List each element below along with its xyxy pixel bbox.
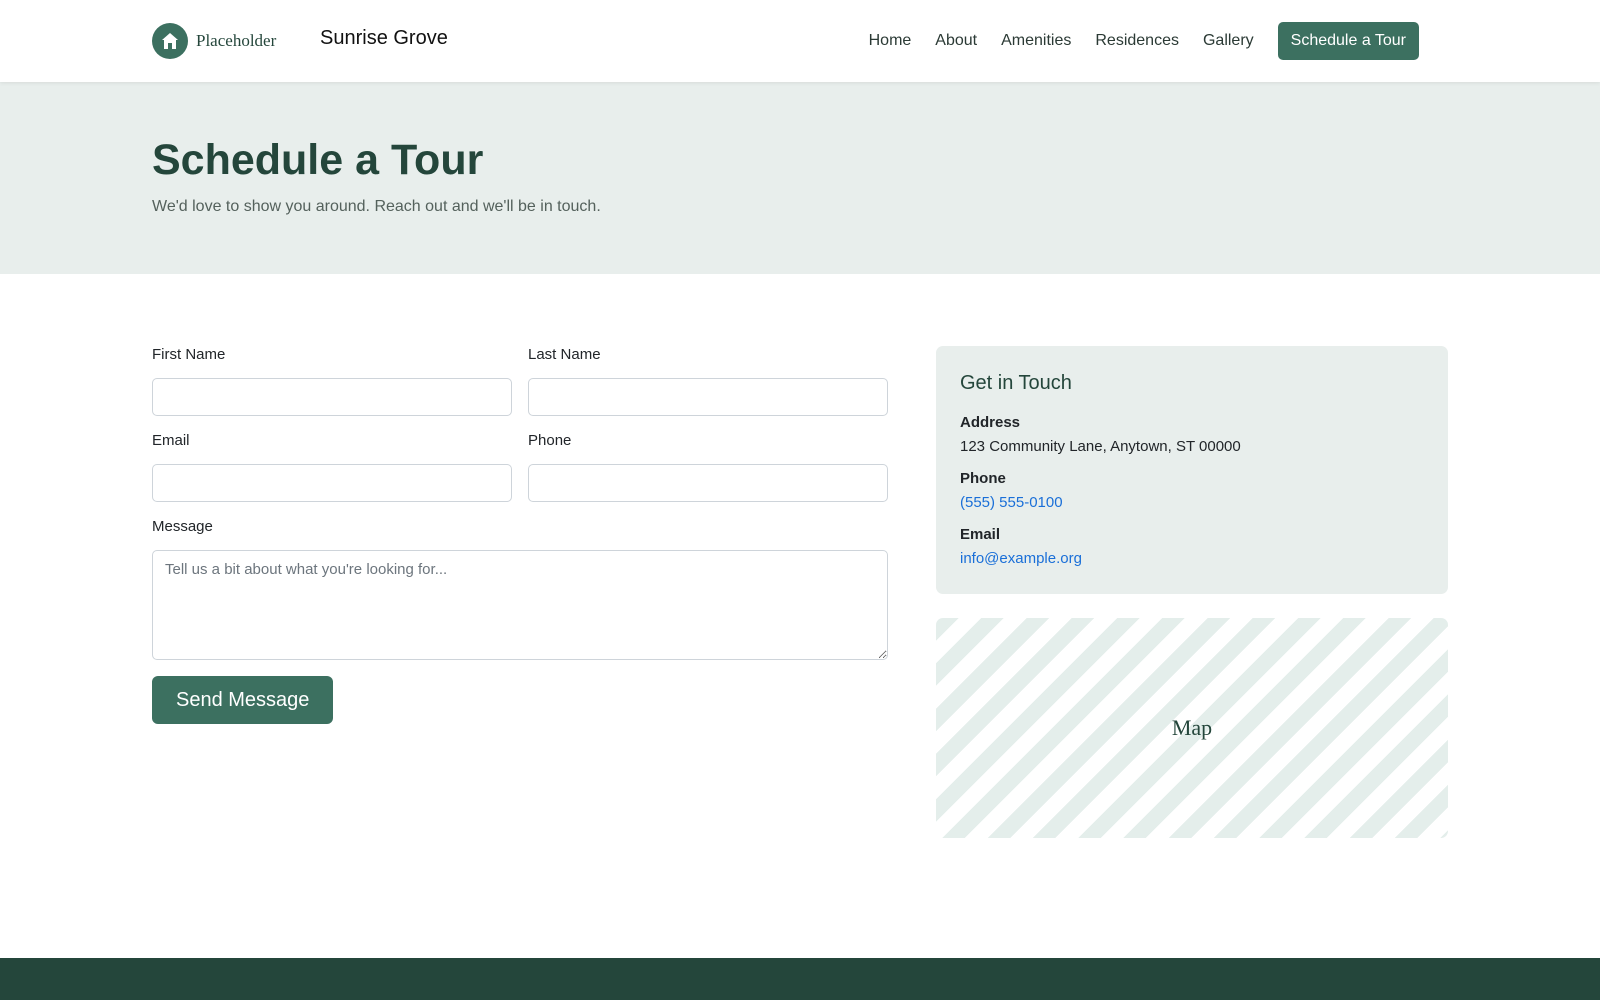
site-footer: [0, 958, 1600, 1000]
nav-amenities[interactable]: Amenities: [1001, 32, 1071, 50]
nav-about[interactable]: About: [935, 32, 977, 50]
nav-residences[interactable]: Residences: [1095, 32, 1179, 50]
nav-gallery[interactable]: Gallery: [1203, 32, 1254, 50]
brand-name[interactable]: Sunrise Grove: [320, 27, 448, 50]
first-name-input[interactable]: [152, 378, 512, 416]
hero-banner: Schedule a Tour We'd love to show you ar…: [0, 82, 1600, 274]
page-subtitle: We'd love to show you around. Reach out …: [152, 198, 601, 215]
send-message-button[interactable]: Send Message: [152, 676, 334, 724]
last-name-label: Last Name: [528, 346, 601, 363]
contact-card-title: Get in Touch: [960, 372, 1072, 394]
main-nav: Home About Amenities Residences Gallery …: [869, 22, 1419, 60]
message-label: Message: [152, 518, 213, 535]
logo[interactable]: Placeholder: [152, 22, 276, 60]
contact-card: Get in Touch Address 123 Community Lane,…: [936, 346, 1448, 594]
phone-heading: Phone: [960, 470, 1006, 487]
email-label: Email: [152, 432, 190, 449]
map-label: Map: [1171, 715, 1213, 740]
schedule-tour-button[interactable]: Schedule a Tour: [1277, 22, 1419, 60]
phone-link[interactable]: (555) 555-0100: [960, 494, 1063, 511]
logo-text: Placeholder: [196, 31, 277, 50]
message-textarea[interactable]: [152, 550, 888, 660]
nav-home[interactable]: Home: [869, 32, 912, 50]
site-header: Placeholder Sunrise Grove Home About Ame…: [0, 0, 1600, 82]
last-name-input[interactable]: [528, 378, 888, 416]
page-title: Schedule a Tour: [152, 136, 484, 184]
phone-input[interactable]: [528, 464, 888, 502]
email-input[interactable]: [152, 464, 512, 502]
email-link[interactable]: info@example.org: [960, 550, 1082, 567]
home-icon: [152, 23, 188, 59]
map-placeholder: Map: [936, 618, 1448, 838]
address-label: Address: [960, 414, 1021, 431]
phone-label: Phone: [528, 432, 572, 449]
email-heading: Email: [960, 526, 1001, 543]
address-value: 123 Community Lane, Anytown, ST 00000: [960, 438, 1241, 455]
first-name-label: First Name: [152, 346, 226, 363]
